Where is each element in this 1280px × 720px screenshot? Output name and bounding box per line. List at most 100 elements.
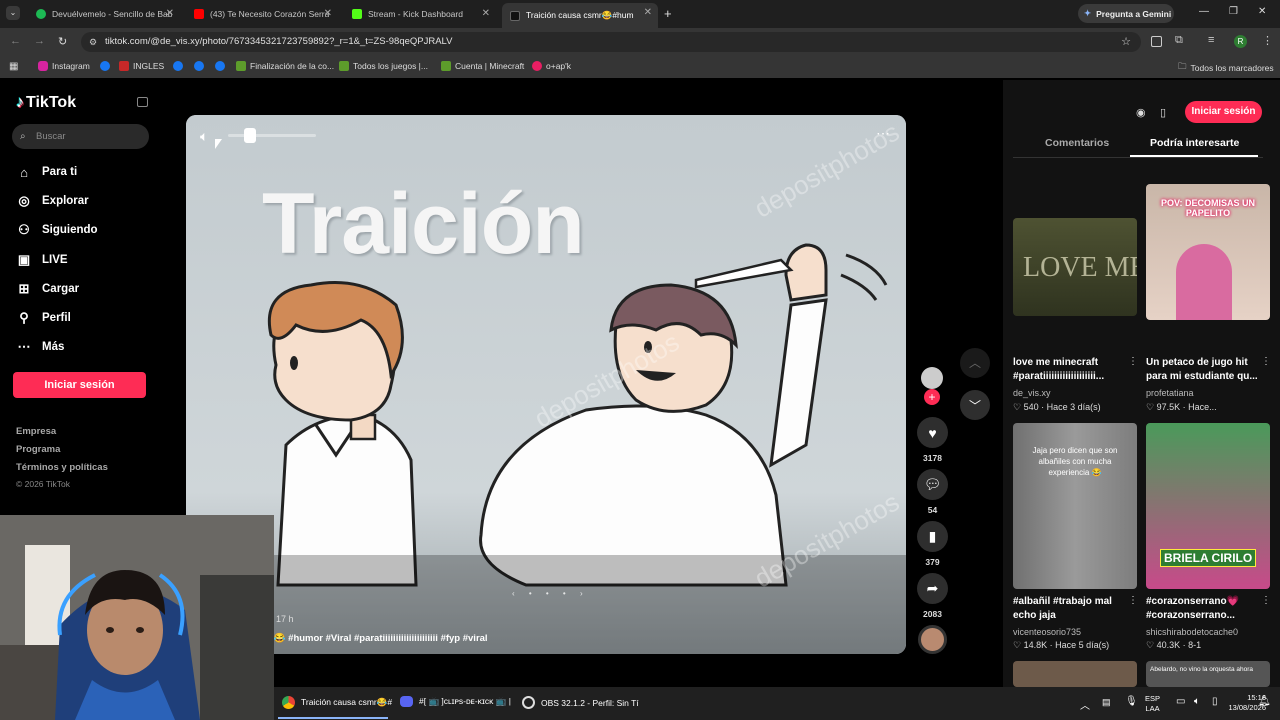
- gemini-button[interactable]: ✦ Pregunta a Gemini: [1078, 4, 1174, 23]
- bookmark-item[interactable]: Finalización de la co...: [236, 61, 334, 71]
- extensions-icon[interactable]: [1151, 36, 1162, 47]
- browser-tab[interactable]: Devuélvemelo - Sencillo de Bab ✕: [28, 4, 180, 24]
- apps-grid-icon[interactable]: ▦: [9, 61, 18, 72]
- site-info-icon[interactable]: ⚙: [89, 32, 97, 52]
- browser-tab[interactable]: Stream - Kick Dashboard ✕: [344, 4, 496, 24]
- suggested-video-thumb[interactable]: POV: DECOMISAS UN PAPELITO: [1146, 184, 1270, 320]
- login-button[interactable]: Iniciar sesión: [13, 372, 146, 398]
- suggested-video-user[interactable]: de_vis.xy: [1013, 388, 1051, 398]
- media-icon[interactable]: ≡: [1208, 34, 1214, 46]
- carousel-dots[interactable]: ‹ • • • ›: [512, 589, 589, 598]
- forward-icon[interactable]: →: [34, 35, 45, 47]
- bookmark-item[interactable]: INGLES: [119, 61, 164, 71]
- new-tab-icon[interactable]: +: [664, 6, 672, 21]
- suggested-video-title[interactable]: #corazonserrano💗 #corazonserrano...: [1146, 595, 1264, 623]
- save-action[interactable]: ▮ 379: [917, 521, 948, 567]
- taskbar-item-chrome[interactable]: Traición causa csmr😂#: [282, 696, 392, 709]
- author-avatar[interactable]: [921, 367, 943, 389]
- bookmark-icon[interactable]: ▮: [917, 521, 948, 552]
- browser-menu-icon[interactable]: ⋮: [1262, 34, 1273, 47]
- nav-item-cargar[interactable]: ⊞ Cargar: [16, 281, 80, 297]
- like-action[interactable]: ♥ 3178: [917, 417, 948, 463]
- collapse-sidebar-icon[interactable]: [137, 97, 148, 107]
- suggested-video-title[interactable]: love me minecraft #paratiiiiiiiiiiiiiiii…: [1013, 356, 1131, 384]
- footer-link[interactable]: Términos y políticas: [16, 462, 108, 473]
- facebook-icon[interactable]: [173, 61, 187, 71]
- tab-list-chevron-icon[interactable]: ⌄: [6, 6, 20, 20]
- taskbar-item-discord[interactable]: #[ 📺 ]ᴄʟɪᴘs-ᴅᴇ-ᴋɪᴄᴋ 📺 |: [400, 696, 511, 707]
- post-media[interactable]: Traición depositphotos depositphotos dep…: [186, 115, 906, 654]
- comment-action[interactable]: 💬︎ 54: [917, 469, 948, 515]
- tiktok-logo[interactable]: ♪ TikTok: [16, 94, 76, 112]
- close-window-icon[interactable]: ✕: [1258, 6, 1266, 17]
- suggested-video-title[interactable]: #albañil #trabajo mal echo jaja: [1013, 595, 1131, 623]
- nav-item-mas[interactable]: ⋯ Más: [16, 339, 65, 355]
- tab-podria-interesarte[interactable]: Podría interesarte: [1150, 137, 1239, 149]
- back-icon[interactable]: ←: [10, 35, 21, 47]
- puzzle-icon[interactable]: ⧉: [1175, 34, 1183, 47]
- search-input[interactable]: ⌕ Buscar: [12, 124, 149, 149]
- comment-icon[interactable]: 💬︎: [917, 469, 948, 500]
- notification-icon[interactable]: 🔔︎: [1258, 696, 1271, 707]
- close-tab-icon[interactable]: ✕: [324, 8, 332, 19]
- battery-icon[interactable]: ▯: [1212, 696, 1218, 707]
- suggested-video-user[interactable]: vicenteosorio735: [1013, 627, 1081, 637]
- facebook-icon[interactable]: [215, 61, 229, 71]
- card-menu-icon[interactable]: ⋮: [1261, 356, 1271, 367]
- card-menu-icon[interactable]: ⋮: [1128, 356, 1138, 367]
- card-menu-icon[interactable]: ⋮: [1261, 595, 1271, 606]
- volume-slider[interactable]: [228, 128, 316, 143]
- volume-tray-icon[interactable]: 🔈︎: [1194, 696, 1200, 707]
- microphone-icon[interactable]: 🎙︎: [1125, 696, 1138, 707]
- nav-item-explorar[interactable]: ◎ Explorar: [16, 193, 88, 209]
- network-icon[interactable]: ▭: [1176, 696, 1185, 707]
- reload-icon[interactable]: ↻: [58, 35, 67, 48]
- address-bar[interactable]: ⚙ tiktok.com/@de_vis.xy/photo/7673345321…: [81, 32, 1141, 52]
- share-action[interactable]: ➦ 2083: [917, 573, 948, 619]
- footer-link[interactable]: Empresa: [16, 426, 56, 437]
- tray-chevron-icon[interactable]: ︿: [1080, 697, 1090, 712]
- all-bookmarks[interactable]: 🗀 Todos los marcadores: [1178, 61, 1274, 75]
- close-tab-icon[interactable]: ✕: [166, 8, 174, 19]
- minimize-icon[interactable]: —: [1199, 6, 1209, 17]
- bookmark-item[interactable]: o+ap'k: [532, 61, 571, 71]
- coin-icon[interactable]: ◉: [1136, 106, 1146, 119]
- tab-comentarios[interactable]: Comentarios: [1045, 137, 1109, 149]
- next-post-button[interactable]: ﹀: [960, 390, 990, 420]
- login-button-top[interactable]: Iniciar sesión: [1185, 101, 1262, 123]
- browser-tab-active[interactable]: Traición causa csmr😂#hum ✕: [502, 3, 658, 28]
- suggested-video-thumb[interactable]: LOVE ME: [1013, 218, 1137, 316]
- suggested-video-thumb[interactable]: [1013, 661, 1137, 687]
- restore-icon[interactable]: ❐: [1229, 6, 1238, 17]
- suggested-video-title[interactable]: Un petaco de jugo hit para mi estudiante…: [1146, 356, 1264, 384]
- bookmark-item[interactable]: Cuenta | Minecraft: [441, 61, 524, 71]
- volume-thumb[interactable]: [244, 128, 256, 143]
- share-icon[interactable]: ➦: [917, 573, 948, 604]
- bookmark-star-icon[interactable]: ☆: [1121, 32, 1131, 52]
- close-tab-icon[interactable]: ✕: [482, 8, 490, 19]
- nav-item-siguiendo[interactable]: ⚇ Siguiendo: [16, 222, 97, 238]
- language-indicator[interactable]: ESP LAA: [1145, 694, 1160, 714]
- card-menu-icon[interactable]: ⋮: [1128, 595, 1138, 606]
- volume-icon[interactable]: 🔈︎: [200, 128, 208, 145]
- tray-app-icon[interactable]: ▤: [1102, 697, 1111, 708]
- suggested-video-thumb[interactable]: Abelardo, no vino la orquesta ahora: [1146, 661, 1270, 687]
- suggested-video-user[interactable]: shicshirabodetocache0: [1146, 627, 1238, 637]
- nav-item-perfil[interactable]: ⚲ Perfil: [16, 310, 71, 326]
- facebook-icon[interactable]: [100, 61, 114, 71]
- follow-plus-icon[interactable]: +: [924, 389, 940, 405]
- browser-tab[interactable]: (43) Te Necesito Corazón Serra ✕: [186, 4, 338, 24]
- suggested-video-thumb[interactable]: Jaja pero dicen que son albañiles con mu…: [1013, 423, 1137, 589]
- suggested-video-thumb[interactable]: BRIELA CIRILO: [1146, 423, 1270, 589]
- previous-post-button[interactable]: ︿: [960, 348, 990, 378]
- bookmark-item[interactable]: Instagram: [38, 61, 90, 71]
- close-tab-icon[interactable]: ✕: [644, 7, 652, 18]
- suggested-video-user[interactable]: profetatiana: [1146, 388, 1194, 398]
- nav-item-para-ti[interactable]: ⌂ Para ti: [16, 164, 77, 180]
- bookmark-item[interactable]: Todos los juegos |...: [339, 61, 428, 71]
- profile-avatar-icon[interactable]: R: [1234, 35, 1247, 48]
- heart-icon[interactable]: ♥: [917, 417, 948, 448]
- facebook-icon[interactable]: [194, 61, 208, 71]
- taskbar-item-obs[interactable]: OBS 32.1.2 - Perfil: Sin Tí: [522, 696, 639, 709]
- nav-item-live[interactable]: ▣ LIVE: [16, 252, 68, 268]
